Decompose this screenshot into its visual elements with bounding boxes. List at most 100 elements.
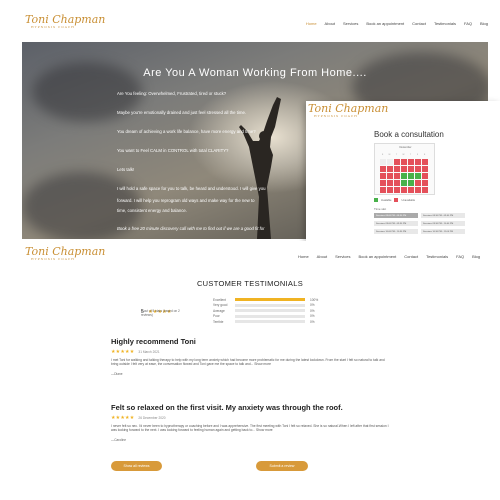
calendar-day-unavailable bbox=[407, 186, 414, 193]
calendar-day-unavailable bbox=[421, 165, 428, 172]
nav-testimonials[interactable]: Testimonials bbox=[426, 254, 448, 259]
calendar-day-available[interactable] bbox=[407, 179, 414, 186]
calendar-weekday-header: T bbox=[409, 153, 412, 156]
nav-contact[interactable]: Contact bbox=[404, 254, 418, 259]
rating-bar-label: Average bbox=[213, 308, 225, 313]
unavailable-swatch bbox=[394, 198, 399, 202]
review-body: I met Toni for walking and talking thera… bbox=[111, 358, 385, 367]
rating-bar-percent: 100% bbox=[310, 297, 319, 302]
calendar-day-unavailable bbox=[414, 179, 421, 186]
calendar-day-unavailable bbox=[414, 186, 421, 193]
brand-name: Toni Chapman bbox=[25, 245, 106, 258]
calendar-weekday-header: S bbox=[423, 153, 426, 156]
timeslot-option[interactable]: Sessions 09:30 PM - 10:00 PM bbox=[421, 221, 465, 226]
timeslot-option[interactable]: Sessions 09:00 PM - 09:30 PM bbox=[374, 221, 418, 226]
calendar-month: December bbox=[399, 146, 412, 149]
star-rating-icon: ★★★★★ bbox=[111, 349, 135, 355]
calendar-day-unavailable bbox=[414, 165, 421, 172]
rating-bar-track bbox=[235, 314, 305, 318]
review-date: 31 March 2021 bbox=[138, 350, 160, 354]
rating-bar-track bbox=[235, 303, 305, 307]
timeslot-option[interactable]: Sessions 08:30 PM - 09:00 PM bbox=[421, 213, 465, 218]
nav-about[interactable]: About bbox=[317, 254, 327, 259]
calendar-day-unavailable bbox=[407, 158, 414, 165]
nav-contact[interactable]: Contact bbox=[412, 21, 426, 26]
nav-blog[interactable]: Blog bbox=[480, 21, 488, 26]
calendar-day-available[interactable] bbox=[400, 179, 407, 186]
calendar-day-available[interactable] bbox=[400, 172, 407, 179]
calendar-weekday-header: S bbox=[381, 153, 384, 156]
calendar-weekday-header: W bbox=[402, 153, 405, 156]
calendar-day-unavailable bbox=[386, 186, 393, 193]
rating-bar-label: Poor bbox=[213, 314, 220, 319]
nav-services[interactable]: Services bbox=[335, 254, 350, 259]
hero-text-line: Maybe you're emotionally drained and jus… bbox=[117, 110, 247, 115]
nav-book[interactable]: Book an appointment bbox=[366, 21, 404, 26]
nav-blog[interactable]: Blog bbox=[472, 254, 480, 259]
nav-home[interactable]: Home bbox=[298, 254, 309, 259]
brand-logo[interactable]: Toni Chapman HYPNOSIS COACH bbox=[25, 246, 105, 261]
rating-bar-track bbox=[235, 320, 305, 324]
rating-summary: 5 ★★★★★ 5 out of 5 stars (based on 2 rev… bbox=[141, 300, 180, 318]
legend-available: Available bbox=[381, 198, 392, 202]
hero-text-line: forward. I will help you reprogram old w… bbox=[117, 198, 255, 203]
calendar-day-unavailable bbox=[393, 165, 400, 172]
nav-faq[interactable]: FAQ bbox=[464, 21, 472, 26]
legend-unavailable: Unavailable bbox=[401, 198, 416, 202]
rating-bar-label: Excellent bbox=[213, 297, 226, 302]
calendar-day-available[interactable] bbox=[407, 172, 414, 179]
calendar-day-unavailable bbox=[407, 165, 414, 172]
main-nav: Home About Services Book an appointment … bbox=[290, 254, 480, 259]
calendar-day-unavailable bbox=[414, 158, 421, 165]
calendar-day-available[interactable] bbox=[414, 172, 421, 179]
rating-bar-track bbox=[235, 309, 305, 313]
rating-bar-percent: 0% bbox=[310, 314, 315, 319]
star-rating-icon: ★★★★★ bbox=[111, 415, 135, 421]
calendar-day-unavailable bbox=[393, 172, 400, 179]
calendar-day-unavailable bbox=[421, 179, 428, 186]
nav-testimonials[interactable]: Testimonials bbox=[434, 21, 456, 26]
submit-review-button[interactable]: Submit a review bbox=[256, 461, 308, 471]
hero-cta-line: Book a free 20 minute discovery call wit… bbox=[117, 226, 265, 231]
brand-logo[interactable]: Toni Chapman HYPNOSIS COACH bbox=[308, 103, 388, 118]
calendar-weekday-header: T bbox=[395, 153, 398, 156]
woman-silhouette-image bbox=[239, 97, 281, 239]
nav-services[interactable]: Services bbox=[343, 21, 358, 26]
calendar-day-unavailable bbox=[379, 165, 386, 172]
rating-bar-fill bbox=[235, 298, 305, 302]
hero-text-line: You want to Feel CALM in CONTROL with to… bbox=[117, 148, 229, 153]
nav-about[interactable]: About bbox=[325, 21, 335, 26]
nav-home[interactable]: Home bbox=[306, 21, 317, 26]
calendar-day-unavailable bbox=[386, 165, 393, 172]
calendar-grid: SMTWTFS bbox=[379, 151, 428, 193]
hero-text-line: time, consistent energy and balance. bbox=[117, 208, 187, 213]
calendar-day-unavailable bbox=[379, 179, 386, 186]
testimonials-title: CUSTOMER TESTIMONIALS bbox=[196, 279, 304, 288]
calendar-day-unavailable bbox=[379, 172, 386, 179]
calendar-day-empty bbox=[379, 158, 386, 165]
hero-text-line: Lets talk! bbox=[117, 167, 135, 172]
timeslot-option[interactable]: Sessions 10:00 PM - 10:30 PM bbox=[374, 229, 418, 234]
nav-faq[interactable]: FAQ bbox=[456, 254, 464, 259]
calendar-day-unavailable bbox=[386, 172, 393, 179]
calendar-day-unavailable bbox=[393, 158, 400, 165]
calendar-day-unavailable bbox=[421, 172, 428, 179]
top-header: Toni Chapman HYPNOSIS COACH Home About S… bbox=[0, 0, 500, 42]
nav-book[interactable]: Book an appointment bbox=[358, 254, 396, 259]
show-all-reviews-button[interactable]: Show all reviews bbox=[111, 461, 162, 471]
calendar-day-unavailable bbox=[400, 158, 407, 165]
calendar-day-unavailable bbox=[400, 186, 407, 193]
calendar-day-unavailable bbox=[393, 179, 400, 186]
rating-bar-percent: 0% bbox=[310, 319, 315, 324]
calendar-weekday-header: M bbox=[388, 153, 391, 156]
calendar-day-unavailable bbox=[379, 186, 386, 193]
review-card: Highly recommend Toni ★★★★★ 31 March 202… bbox=[111, 337, 389, 376]
review-author: —Diane bbox=[111, 371, 123, 376]
hero-text-line: I will hold a safe space for you to talk… bbox=[117, 186, 266, 191]
timeslot-list: Sessions 08:00 PM - 08:30 PM Sessions 08… bbox=[374, 213, 500, 234]
rating-summary-text: 5 out of 5 stars (based on 2 reviews) bbox=[141, 309, 180, 317]
brand-logo[interactable]: Toni Chapman HYPNOSIS COACH bbox=[25, 14, 105, 29]
timeslot-option[interactable]: Sessions 08:00 PM - 08:30 PM bbox=[374, 213, 418, 218]
rating-bar-row: Terrible 0% bbox=[213, 319, 321, 325]
timeslot-option[interactable]: Sessions 10:30 PM - 11:00 PM bbox=[421, 229, 465, 234]
